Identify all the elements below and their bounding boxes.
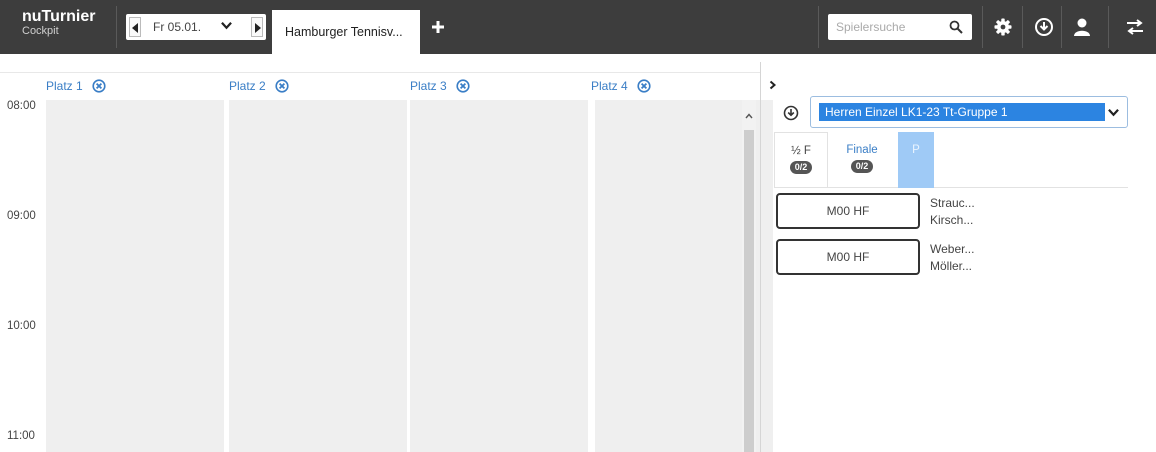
- tab-label: P: [912, 144, 920, 156]
- tab-final[interactable]: Finale 0/2: [836, 132, 888, 188]
- close-circle-icon[interactable]: [275, 79, 289, 93]
- round-tabs: ½ F 0/2 Finale 0/2 P: [774, 132, 1128, 188]
- previous-day-button[interactable]: [129, 17, 141, 37]
- court-label: Platz 2: [229, 78, 266, 93]
- divider: [1108, 6, 1109, 48]
- app-logo[interactable]: nuTurnier Cockpit: [22, 8, 95, 37]
- date-value[interactable]: Fr 05.01.: [153, 20, 201, 34]
- time-label: 09:00: [7, 210, 36, 222]
- court-column[interactable]: [46, 100, 224, 452]
- player-name: Möller...: [930, 259, 973, 273]
- close-circle-icon[interactable]: [637, 79, 651, 93]
- add-tab-button[interactable]: [428, 17, 448, 37]
- tab-tournament-label: Hamburger Tennisv...: [285, 25, 403, 39]
- tab-label: ½ F: [791, 145, 811, 157]
- tab-p[interactable]: P: [898, 132, 934, 188]
- count-badge: 0/2: [789, 161, 813, 174]
- date-selector: Fr 05.01.: [126, 14, 266, 40]
- match-card[interactable]: M00 HF: [776, 239, 920, 275]
- gear-icon[interactable]: [992, 16, 1014, 38]
- player-name: Weber...: [930, 242, 975, 256]
- divider: [982, 6, 983, 48]
- app-name: nuTurnier: [22, 8, 96, 25]
- player-search-input[interactable]: [836, 18, 936, 36]
- group-select[interactable]: Herren Einzel LK1-23 Tt-Gruppe 1: [810, 96, 1128, 128]
- time-label: 11:00: [7, 430, 35, 442]
- user-icon[interactable]: [1071, 16, 1093, 38]
- court-header: Platz 1: [46, 78, 106, 98]
- divider: [1061, 6, 1062, 48]
- chevron-right-icon[interactable]: [768, 80, 778, 90]
- chevron-down-icon[interactable]: [221, 20, 232, 31]
- calendar-divider: [0, 72, 760, 73]
- calendar-scrollbar[interactable]: [742, 100, 756, 452]
- chevron-down-icon[interactable]: [1108, 107, 1119, 118]
- tab-half-final[interactable]: ½ F 0/2: [774, 132, 828, 188]
- swap-icon[interactable]: [1124, 16, 1146, 38]
- count-badge: 0/2: [850, 160, 874, 173]
- court-column[interactable]: [229, 100, 407, 452]
- top-bar: nuTurnier Cockpit Fr 05.01. Hamburger Te…: [0, 0, 1156, 54]
- chevron-up-icon[interactable]: [745, 112, 753, 120]
- player-name: Kirsch...: [930, 213, 974, 227]
- player-search: [828, 14, 972, 40]
- group-select-value: Herren Einzel LK1-23 Tt-Gruppe 1: [819, 103, 1105, 121]
- match-label: M00 HF: [826, 250, 870, 264]
- divider: [116, 6, 117, 48]
- time-label: 08:00: [7, 100, 36, 112]
- court-column[interactable]: [410, 100, 588, 452]
- divider: [1022, 6, 1023, 48]
- scrollbar-thumb[interactable]: [744, 130, 754, 452]
- download-icon[interactable]: [1033, 16, 1055, 38]
- court-header: Platz 3: [410, 78, 470, 98]
- panel-divider: [760, 62, 761, 452]
- time-label: 10:00: [7, 320, 36, 332]
- court-header: Platz 4: [591, 78, 651, 98]
- court-label: Platz 3: [410, 78, 447, 93]
- player-name: Strauc...: [930, 196, 975, 210]
- close-circle-icon[interactable]: [456, 79, 470, 93]
- match-label: M00 HF: [826, 204, 870, 218]
- download-icon[interactable]: [782, 104, 800, 122]
- app-subtitle: Cockpit: [22, 25, 59, 37]
- tab-tournament[interactable]: Hamburger Tennisv...: [272, 10, 420, 54]
- match-card[interactable]: M00 HF: [776, 193, 920, 229]
- court-label: Platz 4: [591, 78, 628, 93]
- divider: [818, 6, 819, 48]
- court-label: Platz 1: [46, 78, 83, 93]
- court-header: Platz 2: [229, 78, 289, 98]
- close-circle-icon[interactable]: [92, 79, 106, 93]
- next-day-button[interactable]: [251, 17, 263, 37]
- tab-label: Finale: [846, 144, 878, 156]
- search-icon[interactable]: [949, 20, 963, 34]
